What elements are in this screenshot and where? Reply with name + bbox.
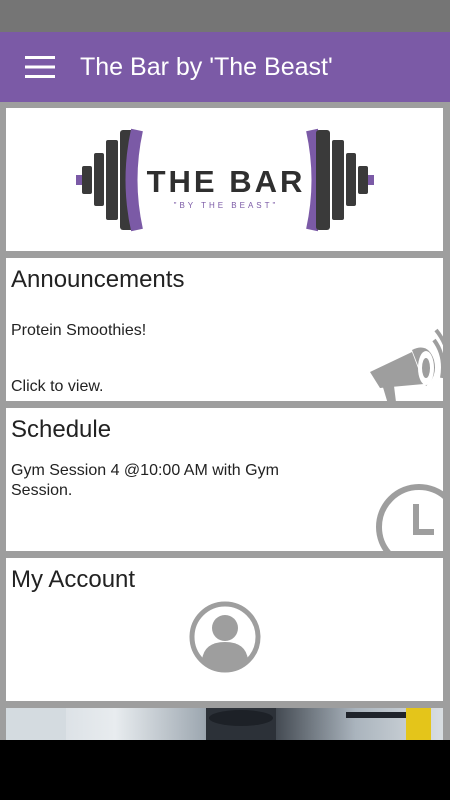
clock-icon [376, 484, 443, 551]
announcements-title: Announcements [11, 266, 185, 293]
megaphone-icon [370, 328, 443, 401]
user-avatar-icon [189, 601, 261, 673]
schedule-item: Gym Session 4 @10:00 AM with Gym Session… [11, 462, 279, 499]
schedule-title: Schedule [11, 416, 112, 443]
schedule-card[interactable]: Schedule Gym Session 4 @10:00 AM with Gy… [6, 408, 443, 551]
menu-button[interactable] [0, 32, 80, 102]
app-title: The Bar by 'The Beast' [80, 52, 333, 81]
hamburger-menu-icon [25, 56, 55, 78]
navigation-bar [0, 740, 450, 800]
gym-photo-card[interactable] [6, 708, 443, 740]
status-bar [0, 0, 450, 32]
logo-card[interactable]: THE BAR "BY THE BEAST" [6, 108, 443, 251]
app-bar: The Bar by 'The Beast' [0, 32, 450, 102]
my-account-card[interactable]: My Account [6, 558, 443, 701]
logo-tagline: "BY THE BEAST" [174, 201, 279, 210]
logo-name: THE BAR [147, 164, 306, 199]
the-bar-logo: THE BAR "BY THE BEAST" [76, 128, 374, 232]
announcements-card[interactable]: Announcements Protein Smoothies! Click t… [6, 258, 443, 401]
my-account-title: My Account [11, 566, 136, 593]
home-content[interactable]: THE BAR "BY THE BEAST" Announcements Pro… [0, 102, 450, 740]
click-to-view-link[interactable]: Click to view. [11, 377, 103, 397]
gym-equipment-image [6, 708, 431, 740]
announcement-item: Protein Smoothies! [11, 322, 147, 339]
